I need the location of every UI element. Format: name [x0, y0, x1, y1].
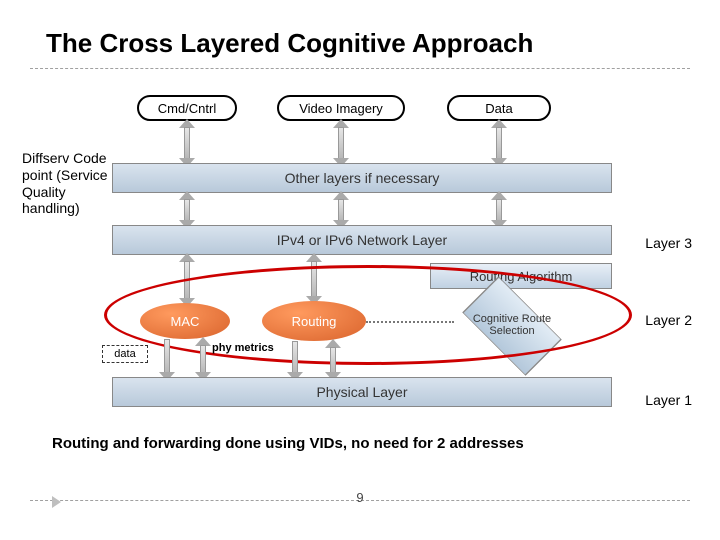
capsule-data: Data: [447, 95, 551, 121]
label-diffserv: Diffserv Code point (Service Quality han…: [22, 150, 112, 217]
arrow-other-ip-3: [492, 193, 506, 227]
arrow-cmd-down: [180, 121, 194, 165]
bar-ip-layer: IPv4 or IPv6 Network Layer: [112, 225, 612, 255]
bar-physical-layer: Physical Layer: [112, 377, 612, 407]
capsule-video: Video Imagery: [277, 95, 405, 121]
label-phy-metrics: phy metrics: [212, 343, 274, 355]
arrow-video-down: [334, 121, 348, 165]
arrow-routing-phys-2: [326, 341, 340, 379]
footer-caption: Routing and forwarding done using VIDs, …: [52, 435, 524, 452]
slide-title: The Cross Layered Cognitive Approach: [46, 28, 533, 59]
page-number: 9: [356, 490, 363, 505]
diagram-area: Cmd/Cntrl Video Imagery Data Other layer…: [112, 95, 632, 415]
label-layer1: Layer 1: [645, 392, 692, 409]
arrow-other-ip-1: [180, 193, 194, 227]
arrow-mac-phys-1: [160, 339, 174, 379]
arrow-routing-phys-1: [288, 341, 302, 379]
arrow-other-ip-2: [334, 193, 348, 227]
title-divider: [30, 68, 690, 69]
capsule-cmd: Cmd/Cntrl: [137, 95, 237, 121]
arrow-data-down: [492, 121, 506, 165]
play-icon: [52, 496, 61, 508]
arrow-mac-phys-2: [196, 339, 210, 379]
box-data: data: [102, 345, 148, 363]
bar-other-layers: Other layers if necessary: [112, 163, 612, 193]
label-layer3: Layer 3: [645, 235, 692, 252]
highlight-oval: [104, 265, 632, 365]
label-layer2: Layer 2: [645, 312, 692, 329]
